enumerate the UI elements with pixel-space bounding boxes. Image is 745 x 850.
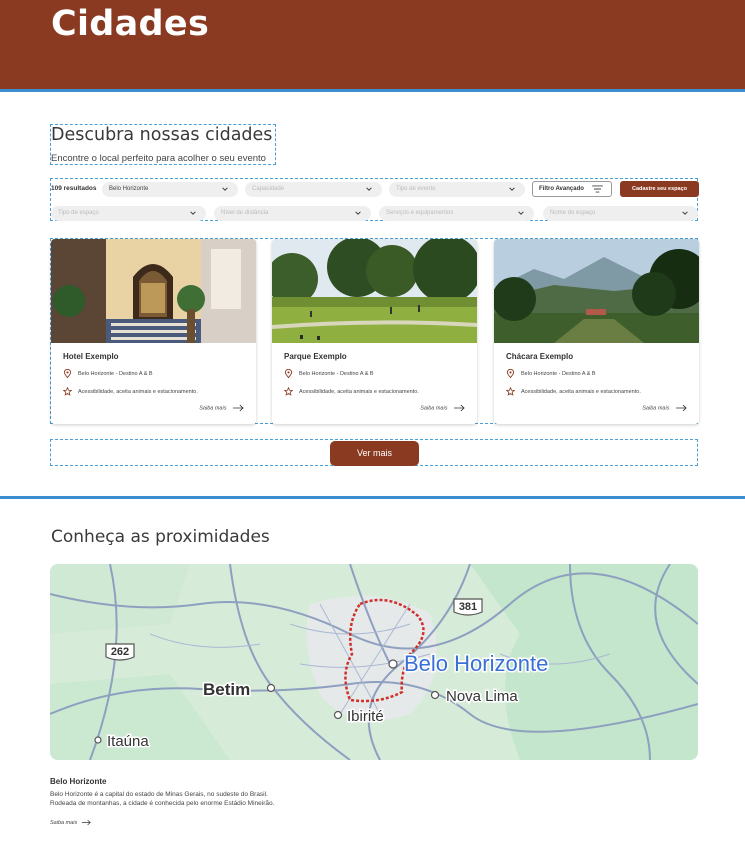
filter-icon [592, 185, 603, 193]
venue-location: Belo Horizonte - Destino A & B [63, 369, 153, 378]
distance-select-placeholder: Nível de distância [221, 210, 269, 216]
location-pin-icon [506, 369, 515, 378]
star-icon [506, 387, 515, 396]
venue-card-list: Hotel Exemplo Belo Horizonte - Destino A… [50, 238, 699, 424]
map-canvas: 262 381 Belo Horizonte Betim Nova Lima I… [50, 564, 698, 760]
load-more-wrapper: Ver mais [50, 439, 698, 466]
city-select[interactable]: Belo Horizonte [102, 182, 238, 197]
section-divider [0, 496, 745, 499]
space-name-select-placeholder: Nome do espaço [550, 210, 596, 216]
venue-title: Parque Exemplo [284, 352, 347, 361]
chevron-down-icon [509, 187, 515, 191]
arrow-right-icon [81, 819, 91, 826]
nearby-heading: Conheça as proximidades [51, 527, 270, 547]
space-type-select[interactable]: Tipo de espaço [51, 206, 206, 221]
chevron-down-icon [190, 211, 196, 215]
city-name: Belo Horizonte [50, 777, 107, 786]
star-icon [63, 387, 72, 396]
hotel-photo [51, 239, 256, 343]
farm-photo [494, 239, 699, 343]
venue-card[interactable]: Hotel Exemplo Belo Horizonte - Destino A… [51, 239, 256, 424]
highway-262-shield: 262 [105, 643, 135, 661]
venue-features: Acessibilidade, aceita animais e estacio… [63, 387, 198, 396]
space-type-select-placeholder: Tipo de espaço [58, 210, 99, 216]
venue-card[interactable]: Parque Exemplo Belo Horizonte - Destino … [272, 239, 477, 424]
register-space-button[interactable]: Cadastre seu espaço [620, 181, 699, 197]
map-label-betim: Betim [203, 680, 250, 699]
page-title: Cidades [51, 4, 210, 44]
filter-bar: 109 resultados Belo Horizonte Capacidade… [50, 178, 699, 221]
event-type-select[interactable]: Tipo de evento [389, 182, 525, 197]
map-label-ibirite: Ibirité [347, 708, 384, 725]
section-subheading: Encontre o local perfeito para acolher o… [51, 153, 266, 164]
learn-more-link[interactable]: Saiba mais [642, 404, 687, 412]
result-count: 109 resultados [51, 185, 97, 192]
svg-text:381: 381 [459, 601, 477, 613]
location-pin-icon [284, 369, 293, 378]
chevron-down-icon [222, 187, 228, 191]
arrow-right-icon [233, 404, 244, 412]
chevron-down-icon [355, 211, 361, 215]
chevron-down-icon [518, 211, 524, 215]
learn-more-link[interactable]: Saiba mais [199, 404, 244, 412]
city-learn-more-link[interactable]: Saiba mais [50, 819, 91, 826]
map-label-belo-horizonte: Belo Horizonte [404, 651, 548, 676]
advanced-filter-button[interactable]: Filtro Avançado [532, 181, 612, 197]
park-photo [272, 239, 477, 343]
load-more-button[interactable]: Ver mais [330, 441, 419, 466]
venue-card[interactable]: Chácara Exemplo Belo Horizonte - Destino… [494, 239, 699, 424]
distance-select[interactable]: Nível de distância [214, 206, 371, 221]
chevron-down-icon [366, 187, 372, 191]
venue-title: Hotel Exemplo [63, 352, 119, 361]
chevron-down-icon [682, 211, 688, 215]
advanced-filter-label: Filtro Avançado [539, 186, 584, 192]
space-name-select[interactable]: Nome do espaço [543, 206, 698, 221]
services-select[interactable]: Serviços e equipamentos [379, 206, 534, 221]
section-heading: Descubra nossas cidades [51, 125, 273, 145]
hero-banner: Cidades [0, 0, 745, 92]
venue-features: Acessibilidade, aceita animais e estacio… [506, 387, 641, 396]
map-label-itauna: Itaúna [107, 733, 149, 750]
venue-features: Acessibilidade, aceita animais e estacio… [284, 387, 419, 396]
arrow-right-icon [454, 404, 465, 412]
highway-381-shield: 381 [453, 598, 483, 616]
services-select-placeholder: Serviços e equipamentos [386, 210, 454, 216]
arrow-right-icon [676, 404, 687, 412]
venue-location: Belo Horizonte - Destino A & B [506, 369, 596, 378]
city-select-value: Belo Horizonte [109, 186, 149, 192]
city-description: Belo Horizonte é a capital do estado de … [50, 791, 275, 807]
svg-text:262: 262 [111, 646, 129, 658]
capacity-select[interactable]: Capacidade [245, 182, 382, 197]
event-type-select-placeholder: Tipo de evento [396, 186, 436, 192]
venue-title: Chácara Exemplo [506, 352, 574, 361]
star-icon [284, 387, 293, 396]
map-label-nova-lima: Nova Lima [446, 688, 518, 705]
intro-block: Descubra nossas cidades Encontre o local… [50, 124, 276, 165]
capacity-select-placeholder: Capacidade [252, 186, 285, 192]
location-pin-icon [63, 369, 72, 378]
learn-more-link[interactable]: Saiba mais [420, 404, 465, 412]
map-view[interactable]: 262 381 Belo Horizonte Betim Nova Lima I… [50, 564, 698, 760]
venue-location: Belo Horizonte - Destino A & B [284, 369, 374, 378]
